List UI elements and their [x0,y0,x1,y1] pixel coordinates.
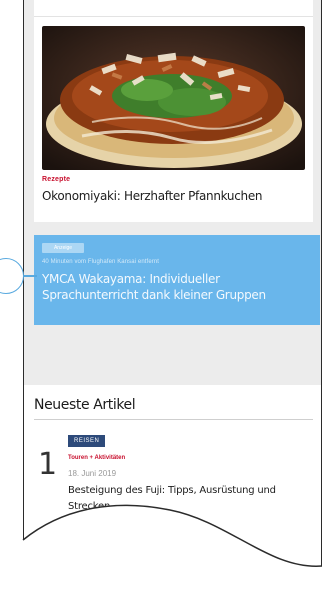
category-badge[interactable]: REISEN [68,435,106,447]
article-title[interactable]: Besteigung des Fuji: Tipps, Ausrüstung u… [68,483,308,513]
article-date: 18. Juni 2019 [68,469,117,478]
divider [34,419,313,420]
article-card-okonomiyaki[interactable]: Rezepte Okonomiyaki: Herzhafter Pfannkuc… [34,0,313,222]
phone-screen: Rezepte Okonomiyaki: Herzhafter Pfannkuc… [23,0,322,603]
newest-articles-section: Neueste Artikel 1 REISEN Touren + Aktivi… [24,385,321,603]
list-number: 1 [38,447,58,482]
highlight-anchor-circle [0,258,24,294]
highlight-connector [24,275,37,277]
article-category[interactable]: Rezepte [42,176,70,183]
divider [34,16,313,17]
section-heading: Neueste Artikel [34,397,136,413]
article-title[interactable]: Okonomiyaki: Herzhafter Pfannkuchen [42,188,305,204]
article-subtitle: 40 Minuten vom Flughafen Kansai entfernt [42,259,160,265]
article-title[interactable]: YMCA Wakayama: Individueller Sprachunter… [42,271,314,303]
article-card-ymca[interactable]: Anzeige 40 Minuten vom Flughafen Kansai … [34,235,320,325]
ad-tag: Anzeige [42,243,84,253]
article-category[interactable]: Touren + Aktivitäten [68,455,125,461]
article-image[interactable] [42,26,305,170]
